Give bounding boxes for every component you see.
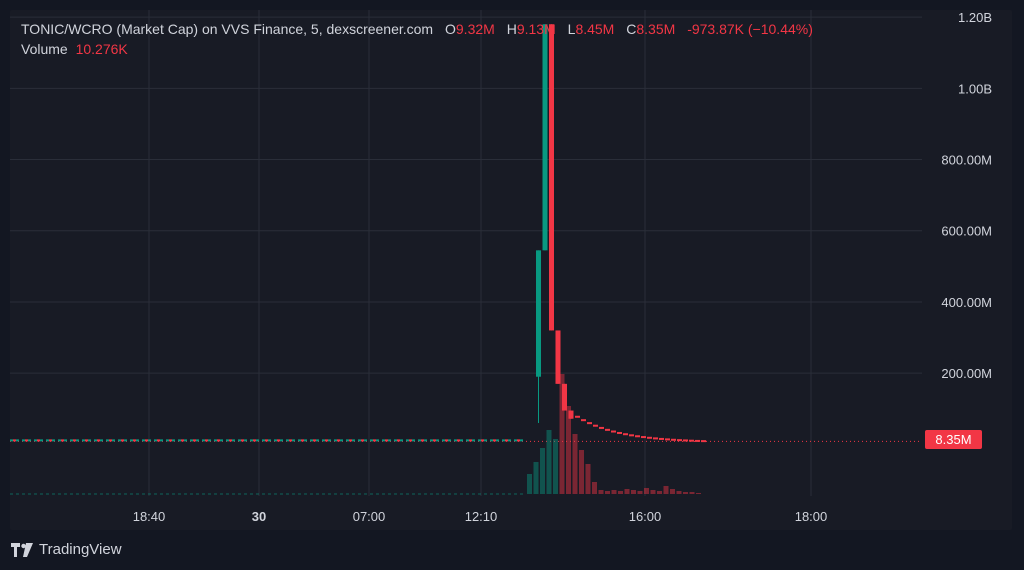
volume-label: Volume (21, 41, 68, 57)
tradingview-logo-icon (11, 542, 33, 557)
tail-candle (581, 419, 586, 422)
last-price-tag: 8.35M (925, 430, 982, 449)
volume-bar (540, 448, 545, 494)
y-tick-label: 400.00M (941, 295, 992, 310)
x-tick-label: 07:00 (353, 509, 386, 524)
volume-bar (670, 489, 675, 494)
tail-candle (611, 430, 616, 433)
close-value: 8.35M (636, 21, 676, 37)
candle-body (542, 24, 548, 251)
x-tick-label: 30 (252, 509, 266, 524)
volume-bar (644, 488, 649, 494)
tail-candle (605, 428, 610, 431)
volume-bar (559, 374, 565, 494)
tradingview-brand[interactable]: TradingView (11, 541, 122, 558)
tail-candle (593, 424, 598, 427)
volume-bar (657, 491, 662, 494)
tail-candle (683, 439, 688, 442)
tail-candle (623, 433, 628, 436)
tail-candle (599, 426, 604, 429)
tail-candle (653, 437, 658, 440)
legend-row-ohlc: TONIC/WCRO (Market Cap) on VVS Finance, … (21, 21, 813, 37)
y-tick-label: 200.00M (941, 366, 992, 381)
volume-bar (533, 462, 539, 494)
y-tick-label: 600.00M (941, 224, 992, 239)
volume-bar (546, 430, 552, 494)
volume-bar (585, 464, 591, 494)
brand-label: TradingView (39, 541, 122, 558)
volume-bar (624, 489, 630, 494)
volume-value: 10.276K (75, 41, 128, 57)
low-value: 8.45M (575, 21, 615, 37)
volume-bar (553, 439, 558, 494)
close-label: C (626, 21, 637, 37)
volume-bar (683, 492, 688, 494)
volume-bar (527, 474, 532, 494)
y-tick-label: 1.00B (958, 81, 992, 96)
chart-window: 200.00M 400.00M 600.00M 800.00M 1.00B 1.20B 18… (0, 0, 1024, 570)
candle-body (549, 24, 554, 331)
volume-bar (611, 490, 617, 494)
tail-candle (671, 438, 676, 441)
chart-panel[interactable]: 200.00M 400.00M 600.00M 800.00M 1.00B 1.20B 18… (10, 10, 1012, 530)
tail-candle (659, 437, 664, 440)
volume-bar (696, 493, 701, 494)
tail-candle (635, 435, 640, 438)
volume-bar (598, 490, 604, 494)
volume-bar (605, 491, 610, 494)
high-value: 9.13M (516, 21, 556, 37)
volume-bar (663, 486, 669, 494)
legend-title: TONIC/WCRO (Market Cap) on VVS Finance, … (21, 21, 434, 37)
chart-legend: TONIC/WCRO (Market Cap) on VVS Finance, … (21, 21, 813, 57)
tail-candle (647, 436, 652, 439)
tail-candle (617, 431, 622, 434)
candle-body (536, 250, 541, 377)
y-tick-label: 800.00M (941, 153, 992, 168)
volume-bar (631, 490, 636, 494)
x-tick-label: 12:10 (465, 509, 498, 524)
tail-candle (629, 434, 634, 437)
volume-bar (689, 492, 695, 494)
volume-bar (618, 491, 623, 494)
tail-candle (701, 440, 706, 443)
tail-candle (587, 422, 592, 425)
x-tick-label: 18:00 (795, 509, 828, 524)
volume-bar (637, 491, 643, 494)
x-tick-label: 18:40 (133, 509, 166, 524)
tail-candle (575, 415, 580, 418)
tail-candle (677, 439, 682, 442)
high-label: H (506, 21, 517, 37)
tail-candle (689, 439, 694, 442)
legend-row-volume: Volume 10.276K (21, 41, 813, 57)
open-value: 9.32M (455, 21, 495, 37)
volume-bar (676, 491, 682, 494)
open-label: O (445, 21, 456, 37)
volume-bar (579, 450, 584, 494)
tail-candle (641, 436, 646, 439)
tail-candle (665, 438, 670, 441)
y-tick-label: 1.20B (958, 10, 992, 25)
change-value: -973.87K (−10.44%) (687, 21, 813, 37)
tail-candle (695, 439, 700, 442)
volume-bar (572, 434, 578, 494)
volume-bar (566, 406, 571, 494)
volume-bar (650, 490, 656, 494)
x-tick-label: 16:00 (629, 509, 662, 524)
volume-bar (592, 482, 597, 494)
price-chart[interactable]: 200.00M 400.00M 600.00M 800.00M 1.00B 1.20B 18… (10, 10, 1012, 530)
